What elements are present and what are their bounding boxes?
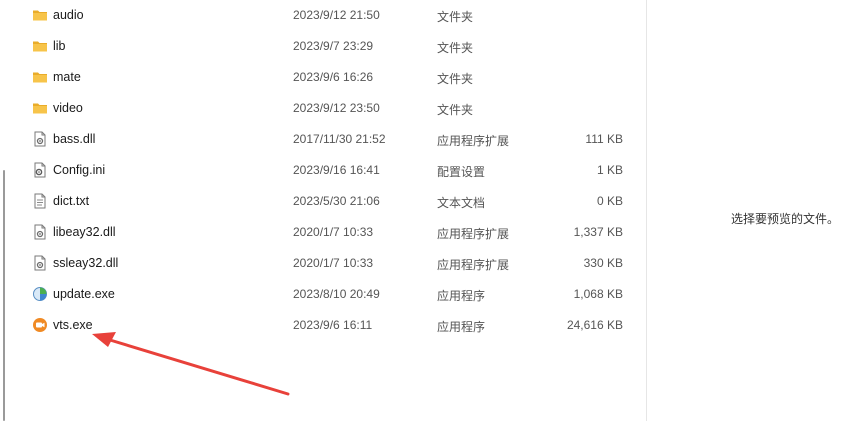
- file-date: 2017/11/30 21:52: [293, 132, 386, 146]
- file-name: video: [53, 101, 83, 115]
- file-date: 2023/9/16 16:41: [293, 163, 380, 177]
- file-type: 文本文档: [437, 196, 486, 210]
- update-app-icon: [33, 287, 47, 301]
- file-type: 文件夹: [437, 72, 474, 86]
- file-name: bass.dll: [53, 132, 96, 146]
- file-type: 应用程序: [437, 289, 486, 303]
- file-list: audio 2023/9/12 21:50 文件夹 lib 2023/9/7 2…: [10, 0, 647, 421]
- file-type: 文件夹: [437, 41, 474, 55]
- file-row-libeay32-dll[interactable]: libeay32.dll 2020/1/7 10:33 应用程序扩展 1,337…: [24, 217, 644, 247]
- file-size: 24,616 KB: [566, 318, 623, 332]
- file-row-config-ini[interactable]: Config.ini 2023/9/16 16:41 配置设置 1 KB: [24, 155, 644, 185]
- file-row-video[interactable]: video 2023/9/12 23:50 文件夹: [24, 93, 644, 123]
- file-row-dict-txt[interactable]: dict.txt 2023/5/30 21:06 文本文档 0 KB: [24, 186, 644, 216]
- file-name: update.exe: [53, 287, 115, 301]
- file-row-audio[interactable]: audio 2023/9/12 21:50 文件夹: [24, 0, 644, 30]
- folder-icon: [33, 10, 47, 21]
- folder-icon: [33, 41, 47, 52]
- file-name: mate: [53, 70, 81, 84]
- dll-icon: [34, 255, 46, 271]
- dll-icon: [34, 224, 46, 240]
- file-size: 330 KB: [583, 256, 623, 270]
- file-date: 2023/9/6 16:11: [293, 318, 373, 332]
- file-row-lib[interactable]: lib 2023/9/7 23:29 文件夹: [24, 31, 644, 61]
- vertical-scrollbar[interactable]: [0, 0, 10, 421]
- file-type: 文件夹: [437, 103, 474, 117]
- file-date: 2023/9/6 16:26: [293, 70, 374, 84]
- file-size: 1,068 KB: [573, 287, 623, 301]
- file-type: 配置设置: [437, 165, 486, 179]
- file-date: 2020/1/7 10:33: [293, 225, 374, 239]
- dll-icon: [34, 131, 46, 147]
- file-size: 0 KB: [596, 194, 623, 208]
- file-date: 2023/8/10 20:49: [293, 287, 380, 301]
- text-file-icon: [34, 193, 46, 209]
- file-size: 1,337 KB: [573, 225, 623, 239]
- file-date: 2023/9/12 23:50: [293, 101, 380, 115]
- file-type: 应用程序扩展: [437, 227, 510, 241]
- file-date: 2020/1/7 10:33: [293, 256, 374, 270]
- vts-app-icon: [33, 318, 47, 332]
- folder-icon: [33, 103, 47, 114]
- file-size: 111 KB: [585, 132, 623, 146]
- file-row-mate[interactable]: mate 2023/9/6 16:26 文件夹: [24, 62, 644, 92]
- file-type: 应用程序扩展: [437, 134, 510, 148]
- scrollbar-thumb[interactable]: [3, 170, 5, 421]
- settings-file-icon: [34, 162, 46, 178]
- file-size: 1 KB: [596, 163, 623, 177]
- file-type: 应用程序扩展: [437, 258, 510, 272]
- file-type: 应用程序: [437, 320, 486, 334]
- folder-icon: [33, 72, 47, 83]
- file-name: audio: [53, 8, 84, 22]
- file-name: dict.txt: [53, 194, 90, 208]
- file-name: Config.ini: [53, 163, 106, 177]
- file-date: 2023/5/30 21:06: [293, 194, 380, 208]
- file-name: lib: [53, 39, 66, 53]
- file-row-bass-dll[interactable]: bass.dll 2017/11/30 21:52 应用程序扩展 111 KB: [24, 124, 644, 154]
- preview-pane: 选择要预览的文件。: [647, 0, 858, 421]
- file-row-ssleay32-dll[interactable]: ssleay32.dll 2020/1/7 10:33 应用程序扩展 330 K…: [24, 248, 644, 278]
- file-name: vts.exe: [53, 318, 93, 332]
- file-date: 2023/9/12 21:50: [293, 8, 380, 22]
- file-name: ssleay32.dll: [53, 256, 119, 270]
- file-row-update-exe[interactable]: update.exe 2023/8/10 20:49 应用程序 1,068 KB: [24, 279, 644, 309]
- file-date: 2023/9/7 23:29: [293, 39, 374, 53]
- file-row-vts-exe[interactable]: vts.exe 2023/9/6 16:11 应用程序 24,616 KB: [24, 310, 644, 340]
- preview-message: 选择要预览的文件。: [731, 212, 840, 226]
- file-name: libeay32.dll: [53, 225, 116, 239]
- file-type: 文件夹: [437, 10, 474, 24]
